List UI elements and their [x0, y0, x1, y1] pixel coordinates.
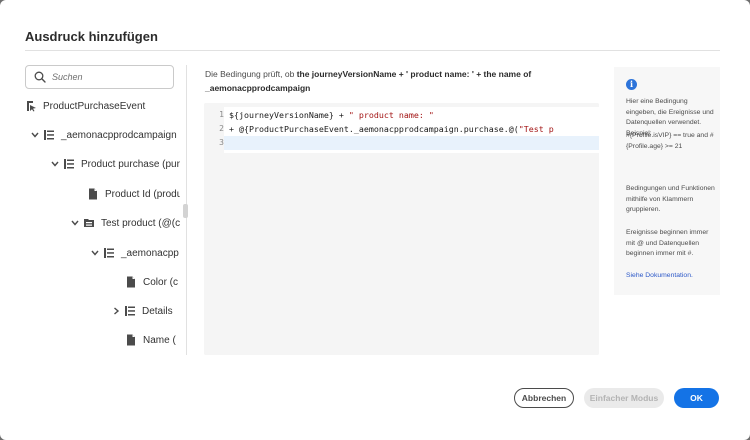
condition-prefix: Die Bedingung prüft, ob: [205, 69, 295, 79]
code-line[interactable]: 2 + @{ProductPurchaseEvent._aemonacpprod…: [204, 122, 599, 136]
ok-button[interactable]: OK: [674, 388, 719, 408]
collection-icon: [84, 219, 94, 227]
tree-item-label: Product Id (produ: [105, 188, 180, 200]
tree-item-test-product[interactable]: Test product (@(c: [70, 213, 180, 233]
line-code: + @{ProductPurchaseEvent._aemonacpprodca…: [229, 124, 554, 134]
expression-dialog: Ausdruck hinzufügen Suchen ProductPurcha…: [0, 0, 750, 440]
dialog-title: Ausdruck hinzufügen: [25, 29, 158, 44]
line-number: 1: [219, 110, 224, 119]
documentation-link[interactable]: Siehe Dokumentation.: [626, 271, 716, 282]
help-text-prefixes: Ereignisse beginnen immer mit @ und Date…: [626, 229, 709, 257]
chevron-down-icon[interactable]: [70, 218, 80, 228]
help-text-example: #{Profile.isVIP} == true and #{Profile.a…: [626, 132, 714, 150]
search-icon: [34, 71, 46, 83]
tree-item-details[interactable]: Details: [111, 301, 173, 321]
condition-description: Die Bedingung prüft, ob the journeyVersi…: [205, 67, 600, 95]
help-text-grouping: Bedingungen und Funktionen mithilfe von …: [626, 185, 715, 213]
tree-item-campaign[interactable]: _aemonacpprodcampaign: [30, 125, 177, 145]
search-placeholder: Suchen: [52, 72, 83, 82]
list-icon: [125, 306, 135, 316]
tree-item-event[interactable]: ProductPurchaseEvent: [25, 96, 145, 116]
tree-item-label: Name (: [143, 334, 176, 346]
simple-mode-button[interactable]: Einfacher Modus: [584, 388, 664, 408]
tree-item-label: Test product (@(c: [101, 217, 180, 229]
tree-item-aemonacpp[interactable]: _aemonacpp: [90, 243, 179, 263]
tree-item-product-id[interactable]: Product Id (produ: [87, 184, 180, 204]
chevron-down-icon[interactable]: [50, 159, 60, 169]
file-icon: [127, 276, 135, 288]
line-number: 2: [219, 124, 224, 133]
chevron-down-icon[interactable]: [90, 248, 100, 258]
tree-item-label: Color (c: [143, 276, 179, 288]
tree-item-label: _aemonacpp: [121, 247, 179, 259]
file-icon: [127, 334, 135, 346]
tree-item-label: Details: [142, 305, 173, 317]
field-tree: ProductPurchaseEvent _aemonacpprodcampai…: [0, 95, 180, 360]
tree-item-product-purchase[interactable]: Product purchase (pur: [50, 154, 180, 174]
code-line[interactable]: 1 ${journeyVersionName} + " product name…: [204, 108, 599, 122]
info-icon: i: [626, 79, 637, 90]
search-field[interactable]: Suchen: [25, 65, 174, 89]
help-panel: i Hier eine Bedingung eingeben, die Erei…: [614, 67, 720, 295]
tree-item-label: ProductPurchaseEvent: [43, 100, 146, 112]
list-icon: [64, 159, 74, 169]
tree-item-name[interactable]: Name (: [125, 330, 176, 350]
line-number: 3: [219, 138, 224, 147]
list-icon: [104, 248, 114, 258]
list-icon: [44, 130, 54, 140]
event-icon: [27, 101, 36, 112]
tree-item-label: _aemonacpprodcampaign: [61, 129, 177, 141]
panel-resize-handle[interactable]: [183, 204, 188, 218]
file-icon: [89, 188, 97, 200]
chevron-down-icon[interactable]: [30, 130, 40, 140]
line-code: ${journeyVersionName} + " product name: …: [229, 110, 434, 120]
title-divider: [25, 50, 720, 51]
expression-editor[interactable]: 1 ${journeyVersionName} + " product name…: [204, 103, 599, 355]
tree-item-label: Product purchase (pur: [81, 158, 180, 170]
chevron-right-icon[interactable]: [111, 306, 121, 316]
cancel-button[interactable]: Abbrechen: [514, 388, 574, 408]
tree-item-color[interactable]: Color (c: [125, 272, 178, 292]
code-line[interactable]: 3: [204, 136, 599, 150]
